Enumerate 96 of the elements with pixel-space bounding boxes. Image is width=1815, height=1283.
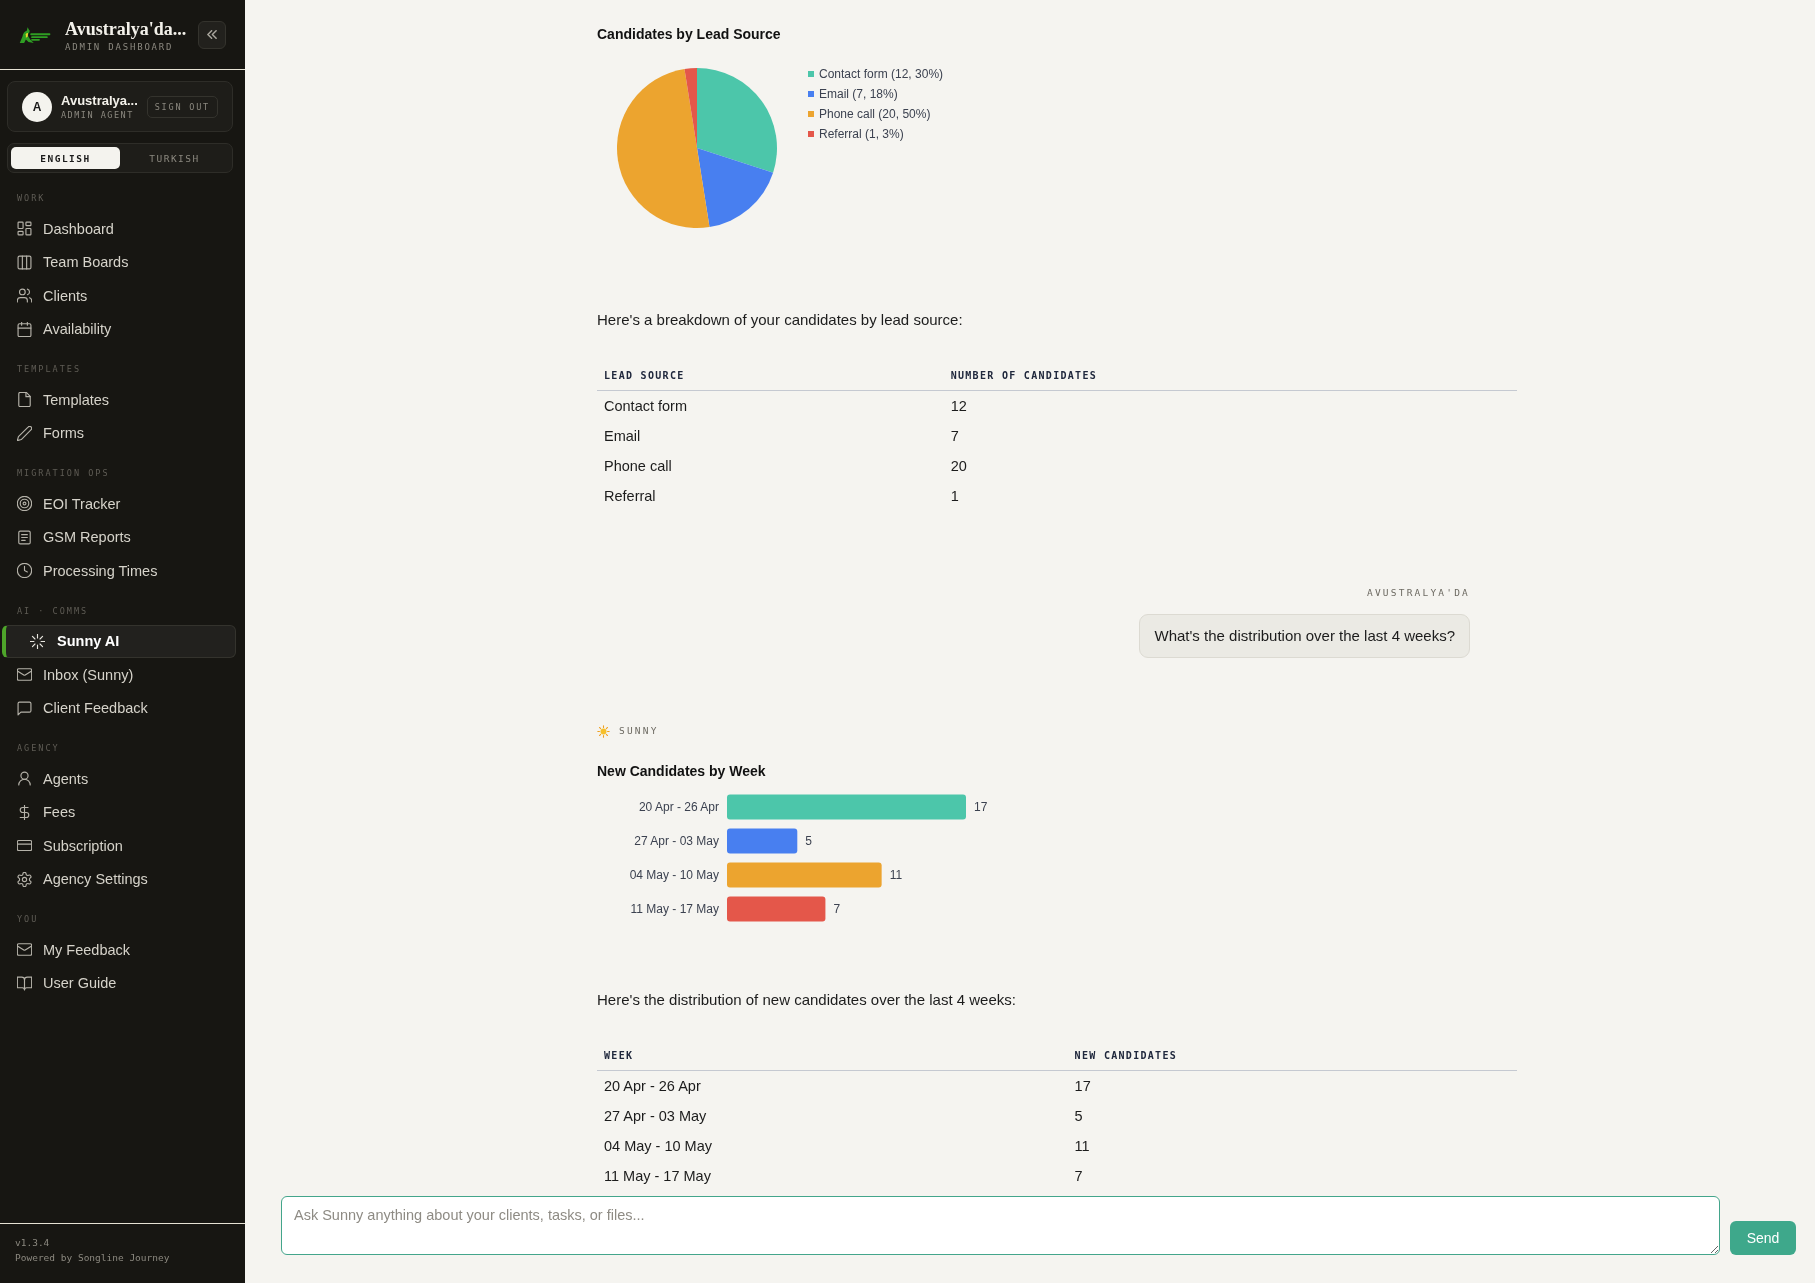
table-cell-text: 11 May - 17 May <box>603 1167 712 1186</box>
table-cell-text: 20 <box>949 457 968 476</box>
user-role: ADMIN AGENT <box>61 110 135 120</box>
sun-icon <box>597 724 610 738</box>
section-heading: AI · COMMS <box>16 604 89 617</box>
bar-label: 20 Apr - 26 Apr <box>638 800 719 814</box>
table-cell: Contact form <box>597 390 944 421</box>
nav-item[interactable]: Availability <box>7 312 236 346</box>
chat-bubble-icon <box>17 700 32 716</box>
table-cell: 20 Apr - 26 Apr <box>597 1070 1068 1101</box>
nav-item[interactable]: Inbox (Sunny) <box>7 658 236 692</box>
sender-name: AVUSTRALYA'DA <box>1367 586 1470 600</box>
message-text: Here's a breakdown of your candidates by lead source: <box>597 310 964 330</box>
section-heading: YOU <box>16 913 39 925</box>
bar-value: 7 <box>833 902 841 916</box>
bar-label: 27 Apr - 03 May <box>634 834 719 848</box>
document-icon <box>17 529 32 545</box>
credit-text: Powered by Songline Journey <box>15 1251 170 1265</box>
collapse-sidebar-button[interactable] <box>198 20 226 49</box>
nav-item[interactable]: My Feedback <box>7 933 236 967</box>
bar-label: 04 May - 10 May <box>629 868 719 882</box>
chart-title: New Candidates by Week <box>597 762 766 780</box>
legend-label: Contact form (12, 30%) <box>819 67 944 81</box>
message-input[interactable]: Ask Sunny anything about your clients, tasks, or files... <box>281 1196 1720 1255</box>
app-title: Avustralya'da... <box>65 17 186 40</box>
calendar-icon <box>17 321 32 337</box>
message-text: Here's the distribution of new candidates over the last 4 weeks: <box>597 990 1017 1010</box>
target-icon <box>17 496 32 512</box>
user-icon <box>17 771 32 787</box>
pencil-icon <box>17 425 32 441</box>
grid-icon <box>17 221 32 237</box>
user-message: What's the distribution over the last 4 weeks? <box>1139 614 1470 658</box>
column-header: NEW CANDIDATES <box>1067 1041 1517 1071</box>
nav-item[interactable]: Subscription <box>7 829 236 863</box>
mail-icon <box>17 667 32 683</box>
bar-label: 11 May - 17 May <box>630 902 719 916</box>
nav-item[interactable]: Client Feedback <box>7 691 236 725</box>
nav-item[interactable]: EOI Tracker <box>7 487 236 521</box>
language-option[interactable]: ENGLISH <box>11 147 120 169</box>
mail-icon <box>17 942 32 958</box>
columns-icon <box>17 254 32 270</box>
sparkle-icon <box>30 633 45 649</box>
nav-item[interactable]: Sunny AI <box>2 624 236 658</box>
file-icon <box>17 392 32 408</box>
nav-item[interactable]: Clients <box>7 279 236 313</box>
nav-item[interactable]: User Guide <box>7 966 236 1000</box>
column-header: WEEK <box>597 1041 1068 1071</box>
kangaroo-logo <box>18 25 53 44</box>
bar-value: 5 <box>805 834 812 848</box>
language-option[interactable]: TURKISH <box>120 147 229 169</box>
double-chevron-left-icon <box>207 30 217 39</box>
table-cell-text: 27 Apr - 03 May <box>603 1107 708 1126</box>
nav-item[interactable]: Team Boards <box>7 245 236 279</box>
legend-label: Phone call (20, 50%) <box>819 107 931 121</box>
table-cell-text: 1 <box>949 487 960 506</box>
column-header: NUMBER OF CANDIDATES <box>943 361 1517 391</box>
table-cell-text: 04 May - 10 May <box>603 1137 713 1156</box>
sender-name: SUNNY <box>619 724 659 738</box>
bar-value: 11 <box>889 868 903 882</box>
nav-item[interactable]: Agency Settings <box>7 862 236 896</box>
section-heading: AGENCY <box>16 742 60 754</box>
table-cell-text: Referral <box>603 487 657 506</box>
clock-icon <box>17 563 32 579</box>
settings-icon <box>17 871 32 887</box>
column-header: LEAD SOURCE <box>597 361 944 391</box>
chart-title: Candidates by Lead Source <box>597 25 781 43</box>
table-cell-text: Email <box>603 427 642 446</box>
version-text: v1.3.4 <box>15 1236 50 1250</box>
user-name: Avustralya... <box>61 93 138 108</box>
nav-item[interactable]: GSM Reports <box>7 520 236 554</box>
dollar-icon <box>17 804 32 820</box>
nav-item[interactable]: Templates <box>7 383 236 417</box>
legend-label: Email (7, 18%) <box>819 87 898 101</box>
app-subtitle: ADMIN DASHBOARD <box>65 41 175 52</box>
table-cell: 17 <box>1067 1070 1517 1101</box>
table-cell-text: 5 <box>1073 1107 1084 1126</box>
nav-item[interactable]: Dashboard <box>7 212 236 246</box>
section-heading: TEMPLATES <box>16 363 82 375</box>
avatar: A <box>22 91 52 122</box>
sign-out-button[interactable]: SIGN OUT <box>146 95 218 118</box>
table-cell-text: 7 <box>1073 1167 1084 1186</box>
credit-card-icon <box>17 838 32 854</box>
bar-value: 17 <box>974 800 988 814</box>
legend-label: Referral (1, 3%) <box>819 127 904 141</box>
book-icon <box>17 975 32 991</box>
section-heading: WORK <box>16 192 46 204</box>
table-cell-text: 7 <box>949 427 960 446</box>
nav-item[interactable]: Forms <box>7 416 236 450</box>
nav-item[interactable]: Agents <box>7 762 236 796</box>
nav-item[interactable]: Fees <box>7 795 236 829</box>
table-cell: 12 <box>943 390 1517 421</box>
section-heading: MIGRATION OPS <box>16 467 110 479</box>
table-cell-text: 11 <box>1073 1137 1091 1156</box>
table-cell-text: Phone call <box>603 457 673 476</box>
users-icon <box>17 288 32 304</box>
nav-item[interactable]: Processing Times <box>7 554 236 588</box>
